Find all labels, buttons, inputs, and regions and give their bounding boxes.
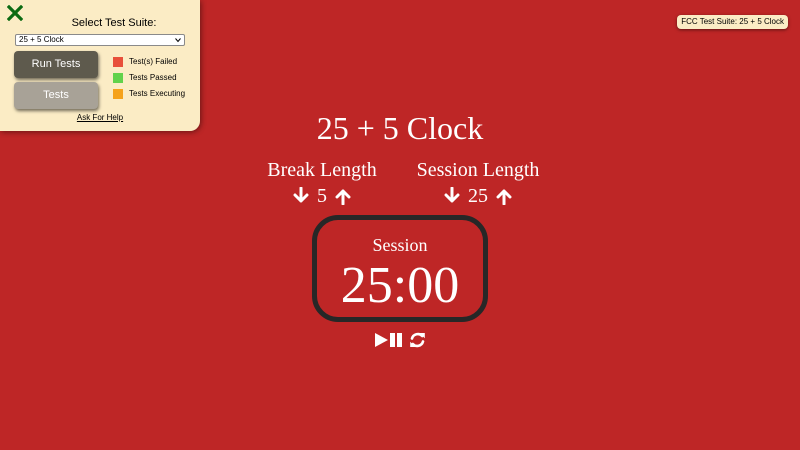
play-pause-icon[interactable]	[374, 331, 404, 349]
time-left: 25:00	[340, 257, 460, 314]
fcc-suite-badge[interactable]: FCC Test Suite: 25 + 5 Clock	[677, 15, 788, 29]
timer-controls	[374, 331, 428, 349]
timer-display: Session 25:00	[312, 215, 488, 322]
session-increment-icon[interactable]	[496, 187, 512, 205]
break-length-control: Break Length 5	[232, 156, 412, 208]
legend-passed-label: Tests Passed	[129, 73, 177, 82]
session-length-value: 25	[468, 185, 488, 207]
tests-button[interactable]: Tests	[14, 82, 98, 109]
selected-suite-value: 25 + 5 Clock	[19, 35, 64, 44]
session-length-control: Session Length 25	[388, 156, 568, 208]
passed-swatch	[113, 73, 123, 83]
legend-failed-label: Test(s) Failed	[129, 57, 178, 66]
break-decrement-icon[interactable]	[293, 187, 309, 205]
session-decrement-icon[interactable]	[444, 187, 460, 205]
break-increment-icon[interactable]	[335, 187, 351, 205]
select-suite-label: Select Test Suite:	[71, 17, 157, 29]
break-label: Break Length	[267, 159, 377, 181]
failed-swatch	[113, 57, 123, 67]
session-label: Session Length	[416, 159, 540, 181]
legend-executing-label: Tests Executing	[129, 89, 186, 98]
break-length-value: 5	[317, 185, 327, 207]
page-title: 25 + 5 Clock	[316, 110, 484, 146]
executing-swatch	[113, 89, 123, 99]
chevron-down-icon	[175, 38, 181, 43]
refresh-icon[interactable]	[409, 331, 426, 349]
run-tests-button[interactable]: Run Tests	[14, 51, 98, 78]
test-suite-select[interactable]: 25 + 5 Clock	[15, 34, 185, 46]
timer-label: Session	[372, 235, 428, 255]
